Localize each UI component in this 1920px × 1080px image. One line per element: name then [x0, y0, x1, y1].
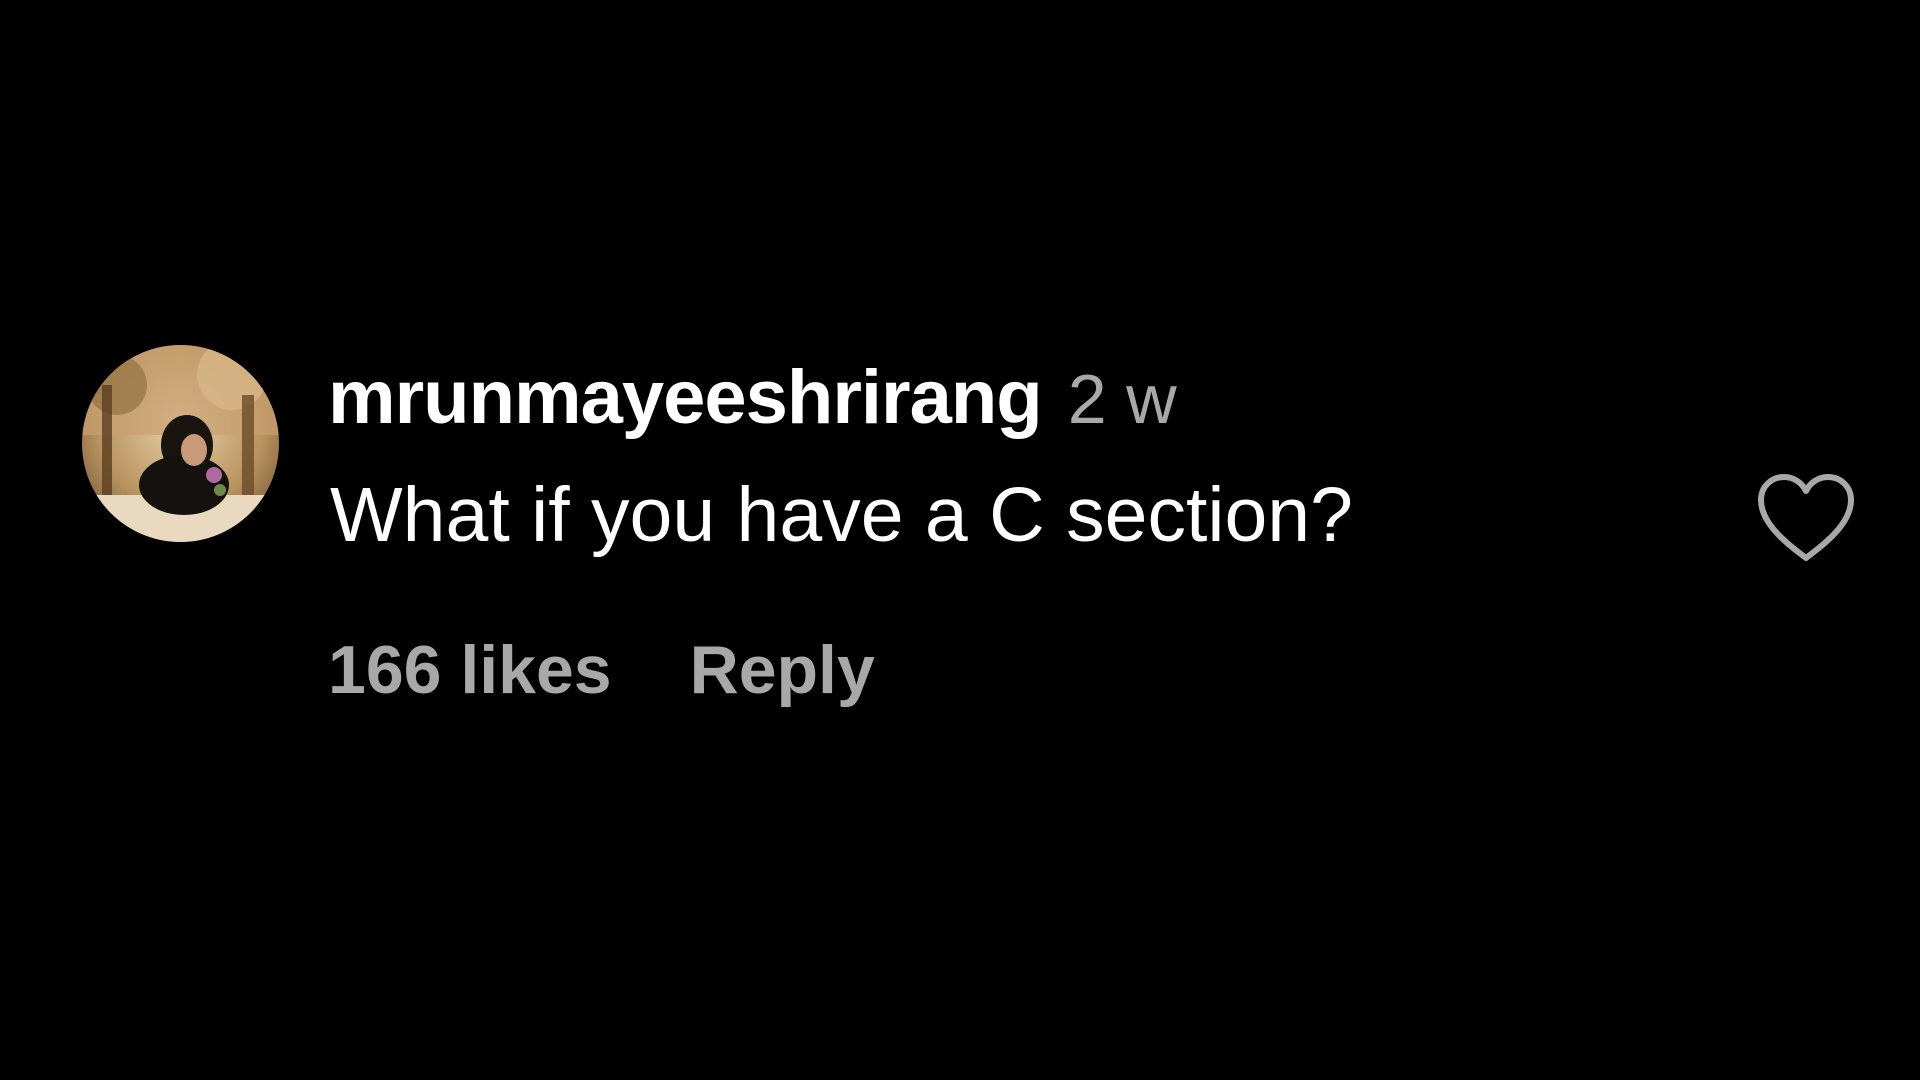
heart-outline-icon [1758, 474, 1854, 561]
likes-count[interactable]: 166 likes [328, 630, 612, 710]
like-button[interactable] [1755, 472, 1857, 564]
profile-photo [82, 345, 279, 542]
timestamp: 2 w [1067, 360, 1177, 438]
comment-actions: 166 likes Reply [328, 630, 875, 710]
avatar[interactable] [82, 345, 279, 542]
comment-text: What if you have a C section? [330, 472, 1353, 558]
comment-header: mrunmayeeshrirang 2 w [328, 358, 1177, 439]
reply-button[interactable]: Reply [690, 630, 875, 710]
username-link[interactable]: mrunmayeeshrirang [328, 358, 1043, 438]
comment-item: mrunmayeeshrirang 2 w What if you have a… [0, 0, 1920, 1080]
